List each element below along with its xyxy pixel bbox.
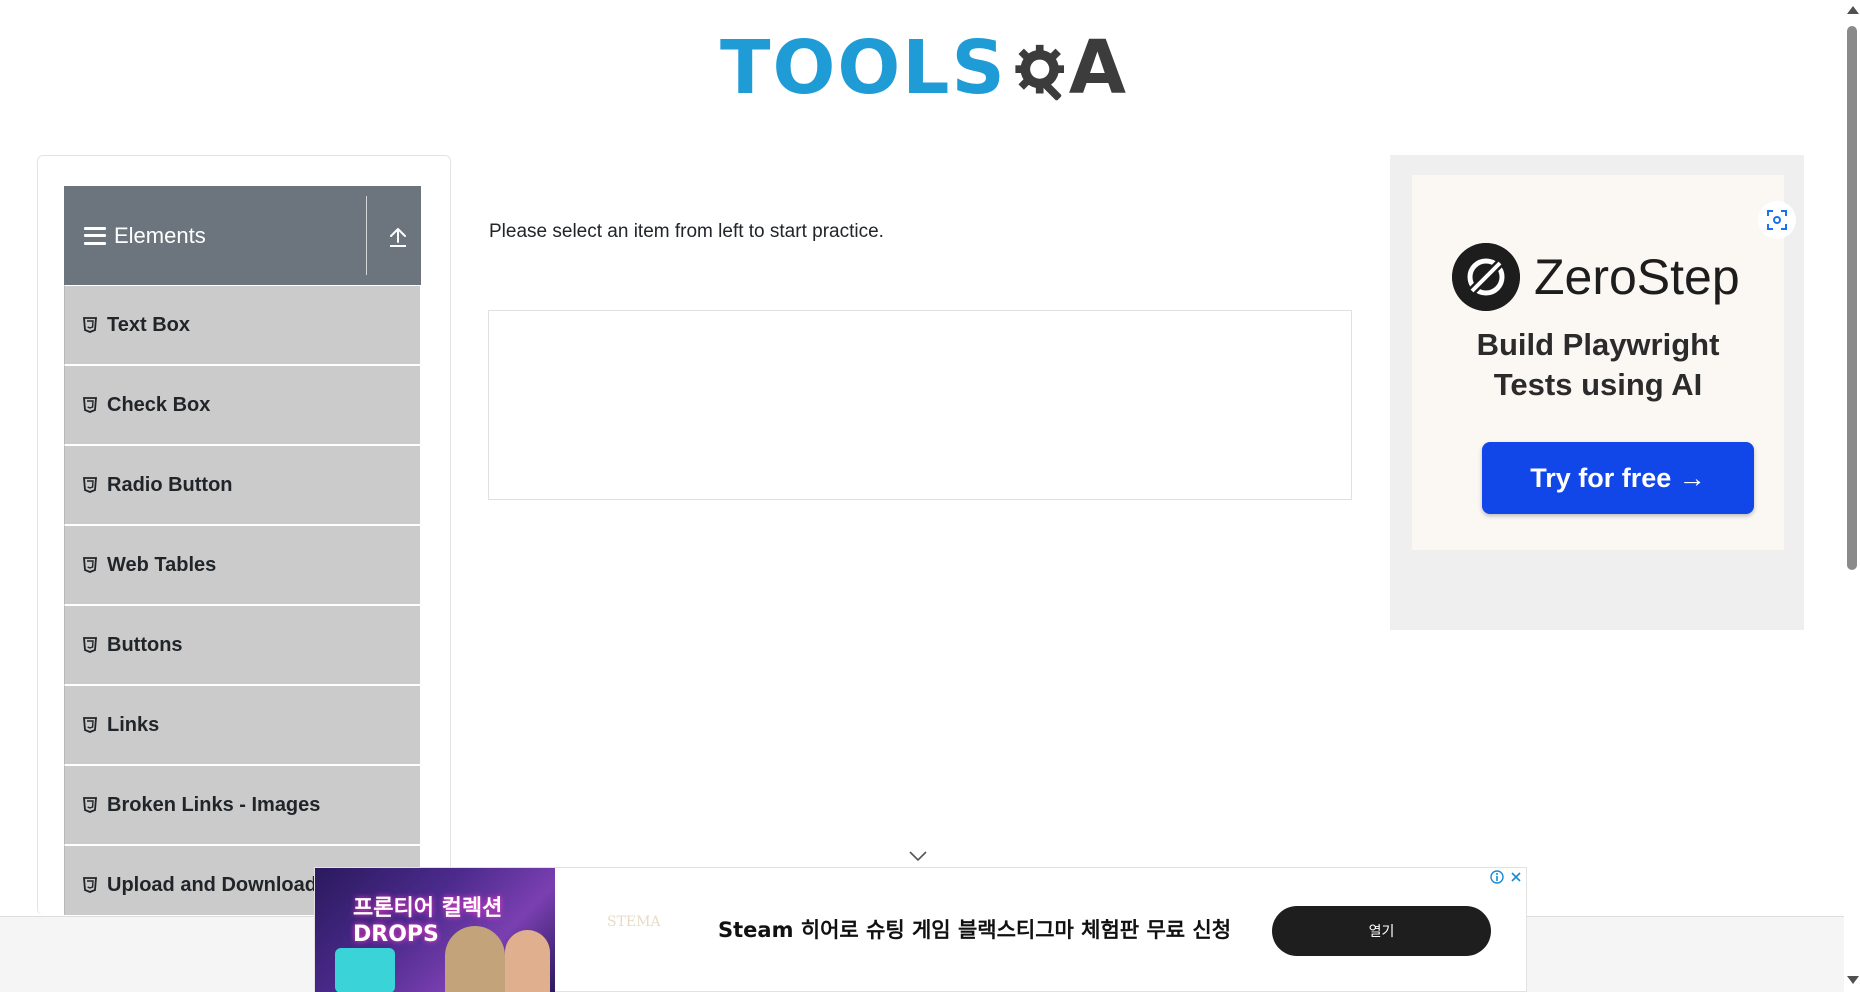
html5-icon	[83, 317, 97, 333]
sidebar-item-label: Text Box	[107, 313, 190, 336]
html5-icon	[83, 877, 97, 893]
zerostep-logo: ZeroStep	[1452, 243, 1740, 311]
zerostep-logo-icon	[1452, 243, 1520, 311]
sidebar-item-web-tables[interactable]: Web Tables	[64, 525, 421, 605]
toolsqa-logo[interactable]: TOOLS A	[720, 18, 1126, 118]
zerostep-ad[interactable]: ZeroStep Build Playwright Tests using AI…	[1390, 155, 1804, 630]
sidebar-item-radio-button[interactable]: Radio Button	[64, 445, 421, 525]
sidebar-item-check-box[interactable]: Check Box	[64, 365, 421, 445]
scroll-up-arrow-icon[interactable]	[1847, 6, 1859, 14]
logo-text-a: A	[1068, 25, 1126, 111]
html5-icon	[83, 477, 97, 493]
sidebar-item-label: Check Box	[107, 393, 211, 416]
gear-search-icon	[1015, 44, 1064, 101]
ad-brand-name: ZeroStep	[1534, 249, 1740, 305]
scroll-thumb[interactable]	[1847, 26, 1857, 570]
elements-menu: Text Box Check Box Radio Button Web Tabl…	[64, 285, 421, 915]
sidebar-item-text-box[interactable]: Text Box	[64, 285, 421, 365]
sidebar-item-label: Upload and Download	[107, 873, 317, 896]
page-scrollbar[interactable]	[1844, 0, 1860, 992]
sidebar-item-buttons[interactable]: Buttons	[64, 605, 421, 685]
ad-brand-mark: STEMA	[607, 914, 661, 930]
html5-icon	[83, 397, 97, 413]
sidebar-item-label: Radio Button	[107, 473, 233, 496]
elements-group-header[interactable]: Elements	[64, 186, 421, 285]
ad-card: ZeroStep Build Playwright Tests using AI…	[1412, 175, 1796, 550]
try-for-free-button[interactable]: Try for free →	[1482, 442, 1754, 514]
logo-text-tools: TOOLS	[720, 25, 1007, 111]
ad-image-art	[335, 948, 395, 992]
html5-icon	[83, 557, 97, 573]
group-title: Elements	[114, 222, 206, 248]
intro-text: Please select an item from left to start…	[489, 221, 884, 242]
sidebar-item-broken-links-images[interactable]: Broken Links - Images	[64, 765, 421, 845]
open-button[interactable]: 열기	[1272, 906, 1491, 956]
header-divider	[366, 196, 367, 275]
bottom-banner-ad[interactable]: 프론티어 컬렉션 DROPS STEMA Steam 히어로 슈팅 게임 블랙스…	[314, 867, 1527, 992]
ad-headline: Build Playwright Tests using AI	[1412, 325, 1784, 405]
game-ad-image: 프론티어 컬렉션 DROPS	[315, 868, 555, 992]
menu-icon	[84, 226, 106, 245]
sidebar-item-label: Web Tables	[107, 553, 217, 576]
close-ad-icon[interactable]	[1508, 869, 1524, 885]
focus-icon	[1767, 210, 1787, 230]
sidebar-item-links[interactable]: Links	[64, 685, 421, 765]
sidebar-item-label: Buttons	[107, 633, 183, 656]
left-panel: Elements Text Box Check Box Radio Button…	[37, 155, 451, 915]
adchoices-info-icon[interactable]	[1489, 869, 1505, 885]
chevron-down-icon[interactable]	[908, 850, 928, 862]
ad-image-title: 프론티어 컬렉션 DROPS	[353, 896, 503, 947]
ad-headline-line1: Build Playwright	[1476, 327, 1720, 362]
sidebar-item-label: Links	[107, 713, 160, 736]
scroll-down-arrow-icon[interactable]	[1847, 976, 1859, 984]
ad-scan-icon[interactable]	[1758, 201, 1796, 239]
ad-text: Steam 히어로 슈팅 게임 블랙스티그마 체험판 무료 신청	[718, 918, 1232, 942]
sidebar-item-label: Broken Links - Images	[107, 793, 321, 816]
ad-headline-line2: Tests using AI	[1493, 367, 1703, 402]
html5-icon	[83, 637, 97, 653]
html5-icon	[83, 797, 97, 813]
practice-area	[488, 310, 1352, 500]
collapse-up-icon[interactable]	[388, 226, 408, 248]
html5-icon	[83, 717, 97, 733]
